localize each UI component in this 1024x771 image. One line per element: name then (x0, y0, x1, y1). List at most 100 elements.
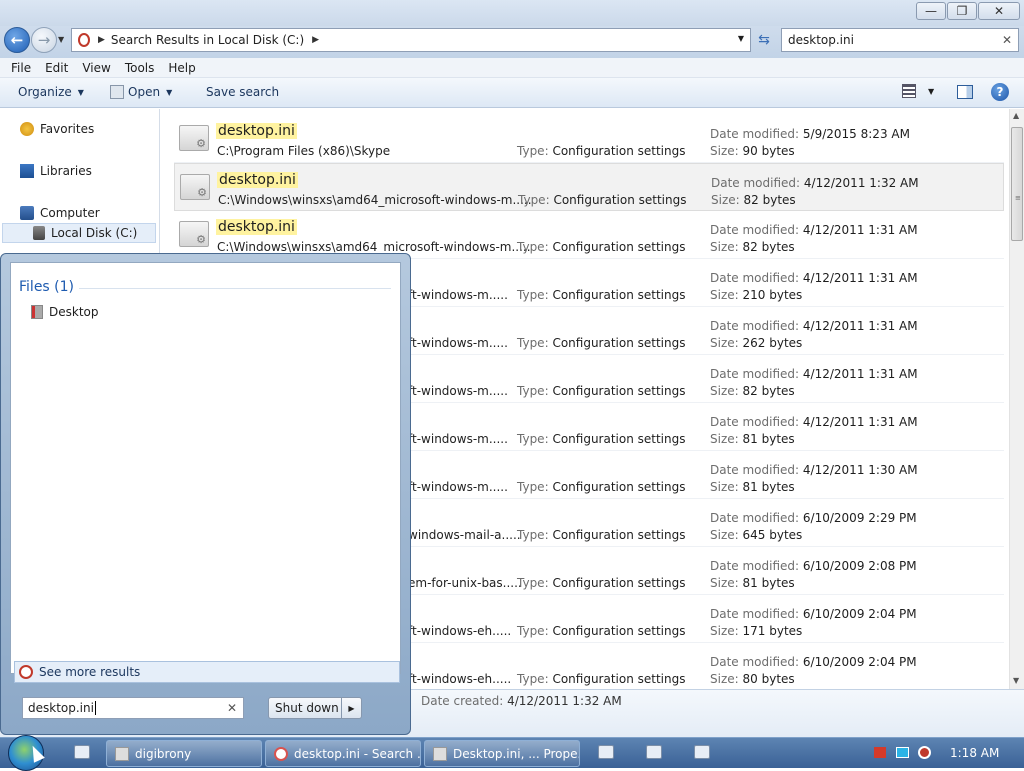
menu-bar: File Edit View Tools Help (0, 58, 1024, 78)
result-row[interactable]: desktop.ini C:\Windows\winsxs\amd64_micr… (174, 211, 1004, 259)
file-type: Configuration settings (552, 240, 686, 254)
see-more-label: See more results (39, 665, 141, 679)
scroll-down-icon[interactable]: ▼ (1013, 676, 1019, 685)
grip-icon: ≡ (1015, 194, 1021, 202)
size-label: Size: (710, 240, 739, 254)
taskbar-item-search[interactable]: desktop.ini - Search ... (265, 740, 421, 767)
result-item-desktop[interactable]: Desktop (31, 305, 99, 319)
nav-libraries[interactable]: Libraries (20, 164, 92, 178)
clock[interactable]: 1:18 AM (950, 746, 999, 760)
back-button[interactable]: ← (4, 27, 30, 53)
clear-search-icon[interactable]: ✕ (1002, 33, 1012, 47)
maximize-button[interactable]: ❐ (947, 2, 977, 20)
shutdown-options-arrow-icon[interactable]: ▶ (341, 698, 361, 718)
see-more-results-link[interactable]: See more results (14, 661, 400, 683)
organize-label: Organize (18, 85, 72, 99)
date-modified: 4/12/2011 1:31 AM (802, 367, 918, 381)
save-search-button[interactable]: Save search (206, 85, 279, 99)
breadcrumb[interactable]: Search Results in Local Disk (C:) (111, 33, 304, 47)
date-modified: 5/9/2015 8:23 AM (802, 127, 910, 141)
scroll-up-icon[interactable]: ▲ (1013, 111, 1019, 120)
date-modified: 6/10/2009 2:29 PM (802, 511, 917, 525)
task-label: desktop.ini - Search ... (294, 746, 421, 761)
result-row[interactable]: desktop.ini C:\Program Files (x86)\Skype… (174, 115, 1004, 163)
size-label: Size: (710, 576, 739, 590)
date-label: Date modified: (710, 511, 800, 525)
breadcrumb-arrow-icon[interactable]: ▶ (98, 35, 105, 45)
result-row[interactable]: desktop.ini C:\Windows\winsxs\amd64_micr… (174, 163, 1004, 211)
task-label: Desktop.ini, ... Prope... (453, 746, 580, 761)
file-size: 645 bytes (742, 528, 803, 542)
file-path: C:\Windows\winsxs\amd64_microsoft-window… (217, 240, 531, 254)
taskbar-item-digibrony[interactable]: digibrony (106, 740, 262, 767)
file-type: Configuration settings (552, 144, 686, 158)
organize-button[interactable]: Organize ▼ (18, 85, 84, 99)
taskbar-item-properties[interactable]: Desktop.ini, ... Prope... (424, 740, 580, 767)
file-type: Configuration settings (553, 193, 687, 207)
clear-search-icon[interactable]: ✕ (227, 701, 237, 715)
menu-help[interactable]: Help (161, 61, 202, 75)
shutdown-button[interactable]: Shut down ▶ (268, 697, 362, 719)
vertical-scrollbar[interactable]: ▲ ≡ ▼ (1009, 109, 1024, 689)
file-path: ft-windows-m..... (408, 336, 508, 350)
shutdown-label: Shut down (275, 701, 339, 715)
preview-pane-icon[interactable] (957, 85, 973, 99)
recent-pages-chevron-icon[interactable]: ▼ (58, 35, 64, 44)
size-label: Size: (710, 336, 739, 350)
size-label: Size: (710, 528, 739, 542)
forward-button[interactable]: → (31, 27, 57, 53)
start-search-input[interactable]: desktop.ini ✕ (22, 697, 244, 719)
file-size: 80 bytes (742, 672, 795, 686)
window-controls: — ❐ ✕ (916, 2, 1020, 20)
date-modified: 4/12/2011 1:31 AM (802, 223, 918, 237)
file-path: em-for-unix-bas..... (408, 576, 522, 590)
file-name: desktop.ini (217, 172, 298, 188)
type-label: Type: (517, 336, 549, 350)
open-button[interactable]: Open ▼ (110, 85, 172, 99)
nav-computer[interactable]: Computer (20, 206, 100, 220)
minimize-button[interactable]: — (916, 2, 946, 20)
type-label: Type: (518, 193, 550, 207)
search-input[interactable]: desktop.ini ✕ (781, 28, 1019, 52)
scroll-thumb[interactable]: ≡ (1011, 127, 1023, 241)
computer-icon (20, 206, 34, 220)
taskbar-app-icon[interactable] (694, 745, 710, 759)
nav-favorites[interactable]: Favorites (20, 122, 94, 136)
view-options-chevron-icon[interactable]: ▼ (928, 87, 934, 96)
recording-icon[interactable] (918, 746, 931, 759)
task-label: digibrony (135, 746, 192, 761)
file-type: Configuration settings (552, 432, 686, 446)
type-label: Type: (517, 384, 549, 398)
network-icon[interactable] (896, 747, 909, 758)
menu-edit[interactable]: Edit (38, 61, 75, 75)
nav-local-disk[interactable]: Local Disk (C:) (2, 223, 156, 243)
files-group-header[interactable]: Files (1) (19, 279, 74, 295)
address-dropdown-icon[interactable]: ▼ (738, 34, 744, 43)
date-modified: 4/12/2011 1:32 AM (803, 176, 919, 190)
taskbar-app-icon[interactable] (598, 745, 614, 759)
date-label: Date modified: (711, 176, 801, 190)
change-view-icon[interactable] (902, 84, 916, 98)
action-center-flag-icon[interactable] (874, 747, 886, 758)
date-modified: 4/12/2011 1:31 AM (802, 415, 918, 429)
menu-view[interactable]: View (75, 61, 117, 75)
close-button[interactable]: ✕ (978, 2, 1020, 20)
file-name: desktop.ini (216, 219, 297, 235)
menu-file[interactable]: File (4, 61, 38, 75)
menu-tools[interactable]: Tools (118, 61, 162, 75)
start-menu: Files (1) Desktop See more results deskt… (0, 253, 411, 735)
size-label: Size: (710, 144, 739, 158)
help-icon[interactable]: ? (991, 83, 1009, 101)
file-type: Configuration settings (552, 480, 686, 494)
file-type: Configuration settings (552, 336, 686, 350)
file-size: 82 bytes (742, 240, 795, 254)
address-bar[interactable]: ▶ Search Results in Local Disk (C:) ▶ ▼ (71, 28, 751, 52)
taskbar-app-icon[interactable] (646, 745, 662, 759)
date-label: Date modified: (710, 463, 800, 477)
breadcrumb-arrow-icon[interactable]: ▶ (312, 35, 319, 45)
type-label: Type: (517, 240, 549, 254)
file-type: Configuration settings (552, 624, 686, 638)
command-bar: Organize ▼ Open ▼ Save search (0, 78, 1024, 108)
show-desktop-icon[interactable] (74, 745, 90, 759)
refresh-icon[interactable]: ⇆ (753, 29, 775, 51)
